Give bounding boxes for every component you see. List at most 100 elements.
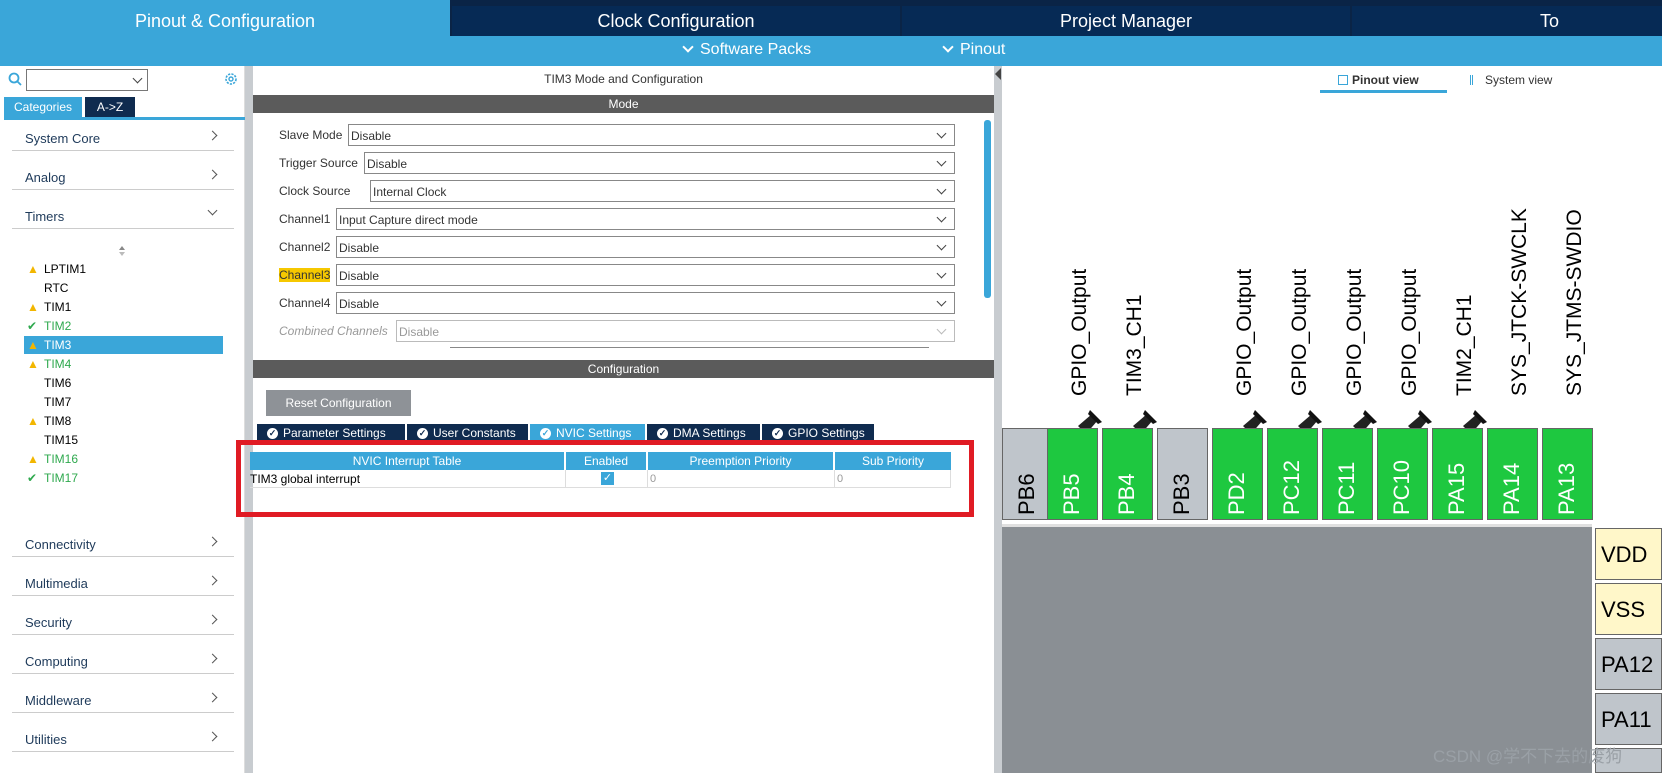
warning-icon: ▲	[27, 357, 39, 371]
chip-icon	[1338, 75, 1348, 85]
view-tab-underline	[1320, 90, 1447, 93]
pin-pb5[interactable]: PB5	[1047, 428, 1098, 520]
sub-menu-bar: Software Packs Pinout	[0, 36, 1662, 66]
pin-pc11[interactable]: PC11	[1322, 428, 1373, 520]
pin-pa13[interactable]: PA13	[1542, 428, 1593, 520]
timer-item-tim17[interactable]: ✔ TIM17	[24, 469, 223, 487]
search-input[interactable]	[26, 69, 148, 91]
check-circle-icon: ✓	[417, 428, 428, 439]
clock-source-select[interactable]: Internal Clock	[370, 180, 955, 202]
signal-label-pa13: SYS_JTMS-SWDIO	[1563, 209, 1586, 396]
tab-a-z[interactable]: A->Z	[85, 97, 135, 117]
chevron-right-icon	[207, 575, 218, 586]
pin-pa12[interactable]: PA12	[1595, 638, 1662, 690]
mcu-chip-body	[1002, 524, 1592, 773]
pin-vdd[interactable]: VDD	[1595, 528, 1662, 580]
signal-label-pa14: SYS_JTCK-SWCLK	[1508, 208, 1531, 396]
timer-item-tim6[interactable]: TIM6	[24, 374, 223, 392]
checkmark-icon: ✔	[27, 471, 38, 485]
pin-pb4[interactable]: PB4	[1102, 428, 1153, 520]
pin-pa11[interactable]: PA11	[1595, 693, 1662, 745]
chevron-right-icon	[207, 653, 218, 664]
channel2-row: Channel2 Disable	[279, 236, 969, 258]
highlight-annotation-box	[236, 440, 974, 517]
channel3-select[interactable]: Disable	[336, 264, 955, 286]
warning-icon: ▲	[27, 262, 39, 276]
splitter-left[interactable]	[245, 66, 253, 773]
signal-label-pb4: TIM3_CH1	[1123, 294, 1146, 396]
chevron-right-icon	[207, 169, 218, 180]
splitter-right[interactable]	[994, 66, 1002, 773]
timer-item-tim4[interactable]: ▲ TIM4	[24, 355, 223, 373]
timer-item-tim16[interactable]: ▲ TIM16	[24, 450, 223, 468]
category-utilities[interactable]: Utilities	[12, 724, 234, 752]
channel3-row: Channel3 Disable	[279, 264, 969, 286]
timer-item-rtc[interactable]: RTC	[24, 279, 223, 297]
software-packs-menu[interactable]: Software Packs	[682, 41, 811, 59]
chevron-down-icon	[936, 324, 947, 335]
reset-configuration-button[interactable]: Reset Configuration	[266, 390, 411, 416]
tab-pinout-configuration[interactable]: Pinout & Configuration	[0, 0, 450, 36]
mode-configuration-panel: TIM3 Mode and Configuration Mode Slave M…	[250, 66, 994, 773]
chevron-right-icon	[207, 614, 218, 625]
category-analog[interactable]: Analog	[12, 162, 234, 190]
pin-pd2[interactable]: PD2	[1212, 428, 1263, 520]
chevron-down-icon	[936, 212, 947, 223]
channel1-select[interactable]: Input Capture direct mode	[336, 208, 955, 230]
chevron-right-icon	[207, 536, 218, 547]
tab-categories[interactable]: Categories	[4, 97, 82, 117]
tab-tools[interactable]: To	[1352, 6, 1662, 36]
checkmark-icon: ✔	[27, 319, 38, 333]
watermark: CSDN @学不下去的废狗	[1433, 747, 1623, 766]
chevron-down-icon	[682, 41, 694, 53]
chevron-down-icon	[936, 156, 947, 167]
timer-item-tim7[interactable]: TIM7	[24, 393, 223, 411]
category-security[interactable]: Security	[12, 607, 234, 635]
chevron-down-icon	[936, 296, 947, 307]
mode-scrollbar[interactable]	[984, 120, 991, 298]
timer-item-tim2[interactable]: ✔ TIM2	[24, 317, 223, 335]
tab-system-view[interactable]: System view	[1470, 73, 1552, 87]
timer-item-tim3[interactable]: ▲ TIM3	[24, 336, 223, 354]
pinout-menu[interactable]: Pinout	[942, 41, 1005, 59]
gear-icon[interactable]	[223, 71, 239, 87]
check-circle-icon: ✓	[540, 428, 551, 439]
collapse-arrow-icon[interactable]	[995, 68, 1001, 80]
pin-pb3[interactable]: PB3	[1157, 428, 1208, 520]
category-middleware[interactable]: Middleware	[12, 685, 234, 713]
channel2-select[interactable]: Disable	[336, 236, 955, 258]
pin-vss[interactable]: VSS	[1595, 583, 1662, 635]
tab-clock-configuration[interactable]: Clock Configuration	[452, 6, 900, 36]
category-timers[interactable]: Timers	[12, 201, 234, 229]
combined-channels-select[interactable]: Disable	[396, 320, 955, 342]
category-system-core[interactable]: System Core	[12, 123, 234, 151]
chevron-right-icon	[207, 130, 218, 141]
pin-pc12[interactable]: PC12	[1267, 428, 1318, 520]
chevron-down-icon	[207, 205, 218, 216]
check-circle-icon: ✓	[657, 428, 668, 439]
chevron-down-icon	[942, 41, 954, 53]
top-tab-bar: Pinout & Configuration Clock Configurati…	[0, 0, 1662, 36]
search-icon[interactable]	[8, 72, 22, 86]
category-multimedia[interactable]: Multimedia	[12, 568, 234, 596]
channel4-select[interactable]: Disable	[336, 292, 955, 314]
panel-title: TIM3 Mode and Configuration	[544, 72, 703, 86]
category-computing[interactable]: Computing	[12, 646, 234, 674]
sort-icon[interactable]	[118, 245, 126, 257]
configuration-section-header: Configuration	[253, 360, 994, 378]
pin-pa14[interactable]: PA14	[1487, 428, 1538, 520]
signal-label-pc10: GPIO_Output	[1398, 268, 1421, 396]
tab-pinout-view[interactable]: Pinout view	[1338, 73, 1419, 87]
warning-icon: ▲	[27, 414, 39, 428]
slave-mode-select[interactable]: Disable	[348, 124, 955, 146]
pin-pb6[interactable]: PB6	[1002, 428, 1053, 520]
pin-pa15[interactable]: PA15	[1432, 428, 1483, 520]
timer-item-lptim1[interactable]: ▲ LPTIM1	[24, 260, 223, 278]
category-connectivity[interactable]: Connectivity	[12, 529, 234, 557]
pin-pc10[interactable]: PC10	[1377, 428, 1428, 520]
timer-item-tim15[interactable]: TIM15	[24, 431, 223, 449]
tab-project-manager[interactable]: Project Manager	[902, 6, 1350, 36]
timer-item-tim8[interactable]: ▲ TIM8	[24, 412, 223, 430]
trigger-source-select[interactable]: Disable	[364, 152, 955, 174]
timer-item-tim1[interactable]: ▲ TIM1	[24, 298, 223, 316]
